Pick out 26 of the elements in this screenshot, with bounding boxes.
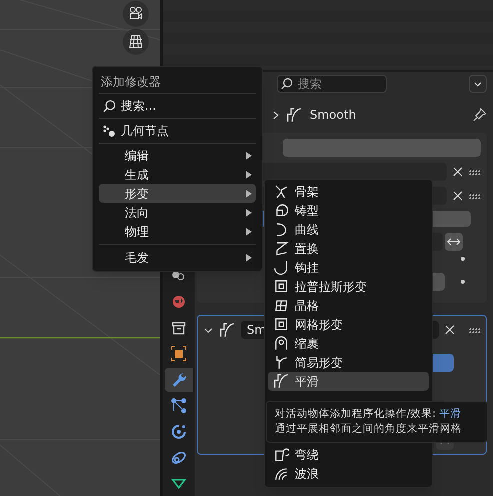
deform-menu-item[interactable]: 网格形变 bbox=[268, 315, 429, 334]
deform-menu-item[interactable]: 骨架 bbox=[268, 182, 429, 201]
tooltip-description: 通过平展相邻面之间的角度来平滑网格 bbox=[275, 422, 462, 437]
deform-menu-item[interactable]: 晶格 bbox=[268, 296, 429, 315]
category-menu-item[interactable]: 生成 bbox=[99, 165, 256, 184]
deform-menu-item[interactable]: 波浪 bbox=[268, 464, 429, 483]
search-menu-item[interactable]: 搜索... bbox=[99, 94, 256, 118]
breadcrumb-label: Smooth bbox=[310, 107, 356, 124]
deform-menu-item[interactable]: 拉普拉斯形变 bbox=[268, 277, 429, 296]
category-menu-item[interactable]: 毛发 bbox=[99, 248, 256, 267]
deform-menu-item[interactable]: 简易形变 bbox=[268, 353, 429, 372]
deform-menu-item[interactable]: 弯绕 bbox=[268, 445, 429, 464]
category-menu-item[interactable]: 法向 bbox=[99, 203, 256, 222]
category-menu-item[interactable]: 物理 bbox=[99, 222, 256, 241]
deform-menu-item[interactable]: 缩裹 bbox=[268, 334, 429, 353]
geometry-nodes-menu-item[interactable]: 几何节点 bbox=[99, 119, 256, 143]
category-menu-item[interactable]: 形变 bbox=[99, 184, 256, 203]
deform-menu-item[interactable]: 曲线 bbox=[268, 220, 429, 239]
tooltip-title: 对活动物体添加程序化操作/效果: 平滑 bbox=[275, 407, 462, 422]
menu-title: 添加修改器 bbox=[100, 74, 162, 91]
deform-menu-item[interactable]: 铸型 bbox=[268, 201, 429, 220]
search-field[interactable]: 搜索 bbox=[277, 75, 387, 93]
deform-menu-item[interactable]: 平滑 bbox=[268, 372, 429, 391]
category-menu-item[interactable]: 编辑 bbox=[99, 146, 256, 165]
deform-menu-item[interactable]: 钩挂 bbox=[268, 258, 429, 277]
deform-menu-item[interactable]: 置换 bbox=[268, 239, 429, 258]
